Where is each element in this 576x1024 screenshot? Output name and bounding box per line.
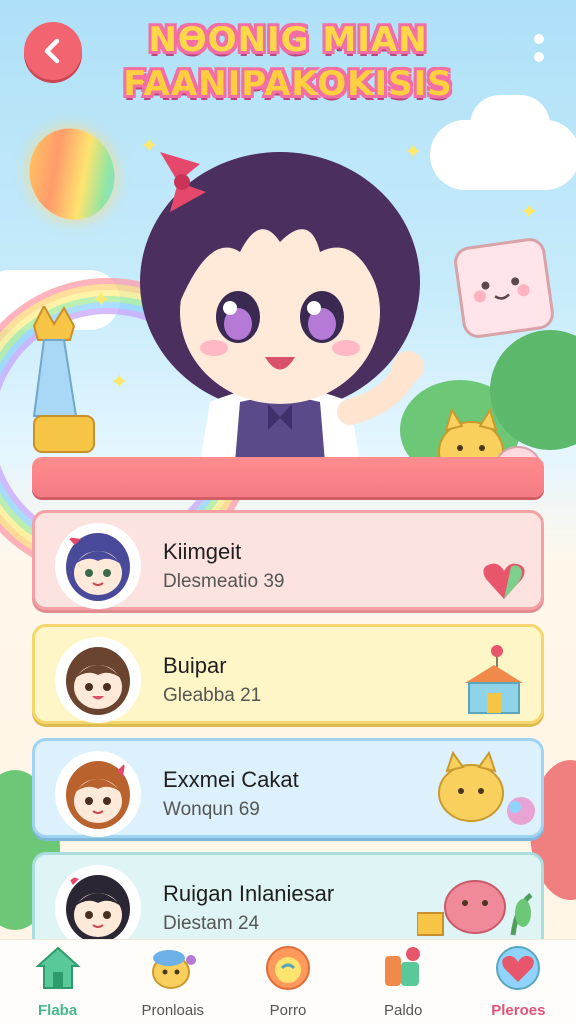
nav-label: Porro xyxy=(269,1002,307,1019)
face-icon xyxy=(265,946,310,990)
list-item-name: Buipar xyxy=(163,653,227,678)
title-line-2: FAANIPAKOKISIS xyxy=(123,64,453,104)
avatar xyxy=(55,637,141,723)
list-item[interactable]: Ruigan Inlaniesar Diestam 24 xyxy=(32,852,544,952)
app-screen: ✦ ✦ ✦ ✦ ✦ NӨONIG MIAN FAANIPAKOKISIS Kii… xyxy=(0,0,576,1024)
avatar xyxy=(55,751,141,837)
character-list: Kiimgeit Dlesmeatio 39 Buipar Gleabba 21 xyxy=(32,510,544,966)
pink-buddy-icon xyxy=(417,880,533,936)
cloud-decoration xyxy=(470,95,550,155)
nav-item-pleroes[interactable]: Pleroes xyxy=(468,940,568,1019)
nav-label: Flaba xyxy=(38,1002,78,1019)
square-buddy-decoration xyxy=(452,236,556,340)
nav-item-home[interactable]: Flaba xyxy=(8,940,108,1019)
bottom-navigation: Flaba Pronloais Porro Paldo Pleroes xyxy=(0,939,576,1024)
nav-label: Paldo xyxy=(383,1002,423,1019)
nav-label: Pleroes xyxy=(491,1002,546,1019)
avatar xyxy=(55,523,141,609)
buddy-icon xyxy=(151,950,196,989)
character-illustration xyxy=(140,152,424,462)
nav-item-paldo[interactable]: Paldo xyxy=(353,940,453,1019)
puzzle-icon xyxy=(385,947,421,986)
heart-badge-icon xyxy=(496,946,541,990)
list-item-subtitle: Diestam 24 xyxy=(163,913,260,934)
hero-banner-bar xyxy=(32,457,544,497)
list-item[interactable]: Kiimgeit Dlesmeatio 39 xyxy=(32,510,544,610)
heart-icon xyxy=(483,563,525,599)
list-item-name: Exxmei Cakat xyxy=(163,767,299,792)
list-item-name: Ruigan Inlaniesar xyxy=(163,881,335,906)
title-line-1: NӨONIG MIAN xyxy=(148,20,428,60)
list-item-subtitle: Wonqun 69 xyxy=(163,799,260,820)
nav-label: Pronloais xyxy=(141,1002,205,1019)
list-item-name: Kiimgeit xyxy=(163,539,242,564)
list-item[interactable]: Buipar Gleabba 21 xyxy=(32,624,544,724)
nav-item-porro[interactable]: Porro xyxy=(238,940,338,1019)
list-item-subtitle: Gleabba 21 xyxy=(163,685,262,706)
house-icon xyxy=(465,645,523,714)
crown-tower-decoration xyxy=(32,306,95,453)
home-icon xyxy=(34,946,81,989)
list-item[interactable]: Exxmei Cakat Wonqun 69 xyxy=(32,738,544,838)
nav-item-pronloais[interactable]: Pronloais xyxy=(123,940,223,1019)
cat-buddy-icon xyxy=(438,750,535,825)
list-item-subtitle: Dlesmeatio 39 xyxy=(163,571,285,592)
sparkle-icon: ✦ xyxy=(520,200,539,225)
balloon-decoration xyxy=(16,116,128,232)
